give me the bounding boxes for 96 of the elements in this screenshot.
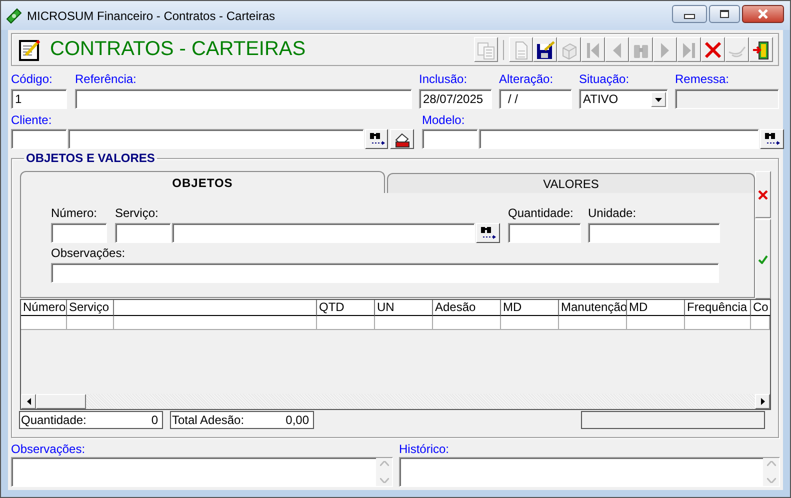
field-label: Modelo: xyxy=(422,113,465,127)
text-area[interactable] xyxy=(399,457,780,487)
table-cell[interactable] xyxy=(559,316,627,330)
table-cell[interactable] xyxy=(375,316,433,330)
checkmark-icon xyxy=(758,254,768,264)
minimize-icon xyxy=(684,14,695,19)
input-field[interactable] xyxy=(51,223,107,243)
scrollbar-thumb[interactable] xyxy=(36,394,86,409)
cancel-icon xyxy=(703,40,723,60)
column-header: MD xyxy=(627,300,685,316)
scroll-up-icon xyxy=(766,461,776,466)
toolbar-button[interactable] xyxy=(749,37,773,62)
remove-button[interactable] xyxy=(755,171,771,218)
field-label: Remessa: xyxy=(675,72,730,86)
cancel-icon xyxy=(758,190,768,200)
binoculars-icon xyxy=(368,130,386,148)
column-header: Número xyxy=(21,300,67,316)
input-field[interactable] xyxy=(422,129,478,149)
banknote-icon xyxy=(6,8,22,24)
dropdown-arrow-icon xyxy=(655,98,662,102)
maximize-icon xyxy=(720,10,729,18)
column-header: UN xyxy=(375,300,433,316)
confirm-button[interactable] xyxy=(755,219,771,299)
tab[interactable]: OBJETOS xyxy=(20,171,385,193)
toolbar-button[interactable] xyxy=(533,37,557,62)
field-label: Código: xyxy=(11,72,52,86)
horizontal-scrollbar[interactable] xyxy=(21,394,770,409)
total-label: Total Adesão: xyxy=(172,413,244,427)
tab[interactable]: VALORES xyxy=(387,173,755,193)
input-field[interactable] xyxy=(588,223,720,243)
minimize-button[interactable] xyxy=(672,5,707,23)
group-title: OBJETOS E VALORES xyxy=(25,151,156,165)
table-cell[interactable] xyxy=(114,316,317,330)
floppy-disk-icon xyxy=(535,40,555,60)
field-label: Referência: xyxy=(75,72,136,86)
door-exit-icon xyxy=(751,40,771,60)
table-cell[interactable] xyxy=(751,316,770,330)
table-cell[interactable] xyxy=(627,316,685,330)
close-button[interactable] xyxy=(742,5,784,23)
notepad-pencil-icon xyxy=(18,38,42,62)
lookup-button[interactable] xyxy=(476,223,500,243)
copy-icon xyxy=(476,40,496,60)
table-cell[interactable] xyxy=(685,316,751,330)
field-label: Inclusão: xyxy=(419,72,468,86)
column-header: Serviço xyxy=(67,300,114,316)
right-arrow-icon xyxy=(760,398,764,405)
input-field[interactable] xyxy=(51,263,719,283)
lookup-button[interactable] xyxy=(365,129,388,149)
scroll-down-icon xyxy=(766,478,776,483)
page-title: CONTRATOS - CARTEIRAS xyxy=(50,38,306,61)
input-field[interactable] xyxy=(68,129,364,149)
scroll-down-icon xyxy=(380,478,388,483)
close-icon xyxy=(757,9,769,19)
field-label: Observações: xyxy=(11,442,86,456)
column-header: Adesão xyxy=(433,300,501,316)
input-field[interactable]: 28/07/2025 xyxy=(419,89,492,109)
scroll-up-icon xyxy=(380,461,388,466)
field-label: Situação: xyxy=(579,72,630,86)
input-field[interactable] xyxy=(115,223,171,243)
total-label: Quantidade: xyxy=(21,413,86,427)
eraser-icon xyxy=(393,130,411,148)
column-header: Co xyxy=(751,300,770,316)
field-label: Cliente: xyxy=(11,113,52,127)
column-header: QTD xyxy=(317,300,375,316)
table-cell[interactable] xyxy=(433,316,501,330)
field-label: Histórico: xyxy=(399,442,450,456)
input-field[interactable]: 1 xyxy=(11,89,67,109)
status-dropdown[interactable]: ATIVO xyxy=(579,89,668,109)
clear-button[interactable] xyxy=(390,129,414,149)
binoculars-icon xyxy=(763,130,781,148)
input-field[interactable]: / / xyxy=(499,89,572,109)
text-area[interactable] xyxy=(11,457,393,487)
field-label: Alteração: xyxy=(499,72,554,86)
maximize-button[interactable] xyxy=(709,5,740,23)
input-field[interactable] xyxy=(172,223,475,243)
table-cell[interactable] xyxy=(21,316,67,330)
lookup-button[interactable] xyxy=(760,129,784,149)
field-label: Quantidade: xyxy=(508,206,574,220)
field-label: Número: xyxy=(51,206,98,220)
input-field[interactable] xyxy=(508,223,581,243)
window-title: MICROSUM Financeiro - Contratos - Carteiras xyxy=(27,8,276,22)
total-value: 0 xyxy=(151,413,158,427)
left-arrow-icon xyxy=(26,398,30,405)
input-field[interactable] xyxy=(11,129,67,149)
field-label: Observações: xyxy=(51,246,126,260)
input-field[interactable] xyxy=(479,129,759,149)
input-field[interactable] xyxy=(75,89,412,109)
table-cell[interactable] xyxy=(317,316,375,330)
binoculars-icon xyxy=(479,224,497,242)
column-header: Frequência xyxy=(685,300,751,316)
total-value: 0,00 xyxy=(286,413,309,427)
field-label: Unidade: xyxy=(588,206,636,220)
table-cell[interactable] xyxy=(67,316,114,330)
field-label: Serviço: xyxy=(115,206,158,220)
table-cell[interactable] xyxy=(501,316,559,330)
column-header: MD xyxy=(501,300,559,316)
